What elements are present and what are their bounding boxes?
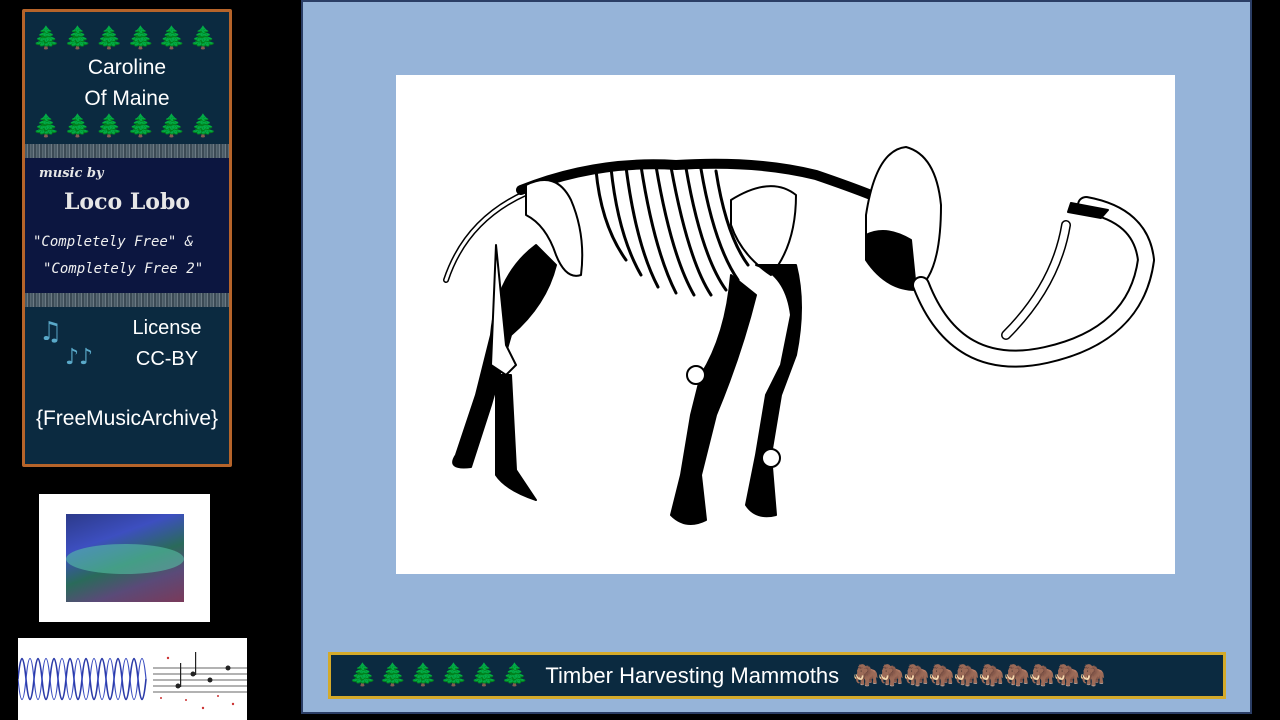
artist-name: Loco Lobo [63, 189, 191, 215]
landscape-image [66, 514, 184, 602]
landscape-thumbnail [39, 494, 210, 622]
divider-stripe [25, 144, 229, 158]
music-note-icon: ♫ [39, 317, 63, 347]
mammoth-icons: 🦣🦣🦣🦣🦣🦣🦣🦣🦣🦣 [853, 663, 1105, 687]
waveform-visualizer [18, 638, 247, 720]
divider-stripe [25, 293, 229, 307]
tree-icons: 🌲🌲🌲🌲🌲🌲 [349, 663, 532, 688]
license-value: CC-BY [135, 348, 199, 370]
shoreline [66, 544, 184, 574]
license-label: License [132, 317, 202, 339]
mammoth-skeleton-drawing [443, 146, 1155, 525]
music-notes-icon: ♪♪ [65, 345, 94, 370]
slide-title: Timber Harvesting Mammoths [545, 662, 840, 688]
waveform-graphic [18, 652, 247, 710]
license-row: ♫ ♪♪ License CC-BY [25, 315, 229, 385]
credits-box: music by Loco Lobo "Completely Free" & "… [25, 158, 229, 293]
title-banner: 🌲🌲🌲🌲🌲🌲 Timber Harvesting Mammoths 🦣🦣🦣🦣🦣🦣… [328, 652, 1226, 699]
info-card: 🌲🌲🌲🌲🌲🌲 Caroline Of Maine 🌲🌲🌲🌲🌲🌲 music by… [22, 9, 232, 467]
main-slide: 🌲🌲🌲🌲🌲🌲 Timber Harvesting Mammoths 🦣🦣🦣🦣🦣🦣… [301, 0, 1252, 714]
tree-icons-top: 🌲🌲🌲🌲🌲🌲 [32, 26, 222, 51]
source-label: {FreeMusicArchive} [35, 407, 219, 430]
music-by-label: music by [39, 166, 104, 181]
album-line2: "Completely Free 2" [43, 261, 204, 277]
mammoth-skeleton-illustration [396, 75, 1175, 574]
album-names: "Completely Free" & "Completely Free 2" [31, 229, 223, 283]
song-title-line1: Caroline [87, 56, 167, 79]
tree-icons-bottom: 🌲🌲🌲🌲🌲🌲 [32, 114, 222, 139]
song-title-line2: Of Maine [84, 87, 170, 110]
album-line1: "Completely Free" & [33, 234, 194, 250]
